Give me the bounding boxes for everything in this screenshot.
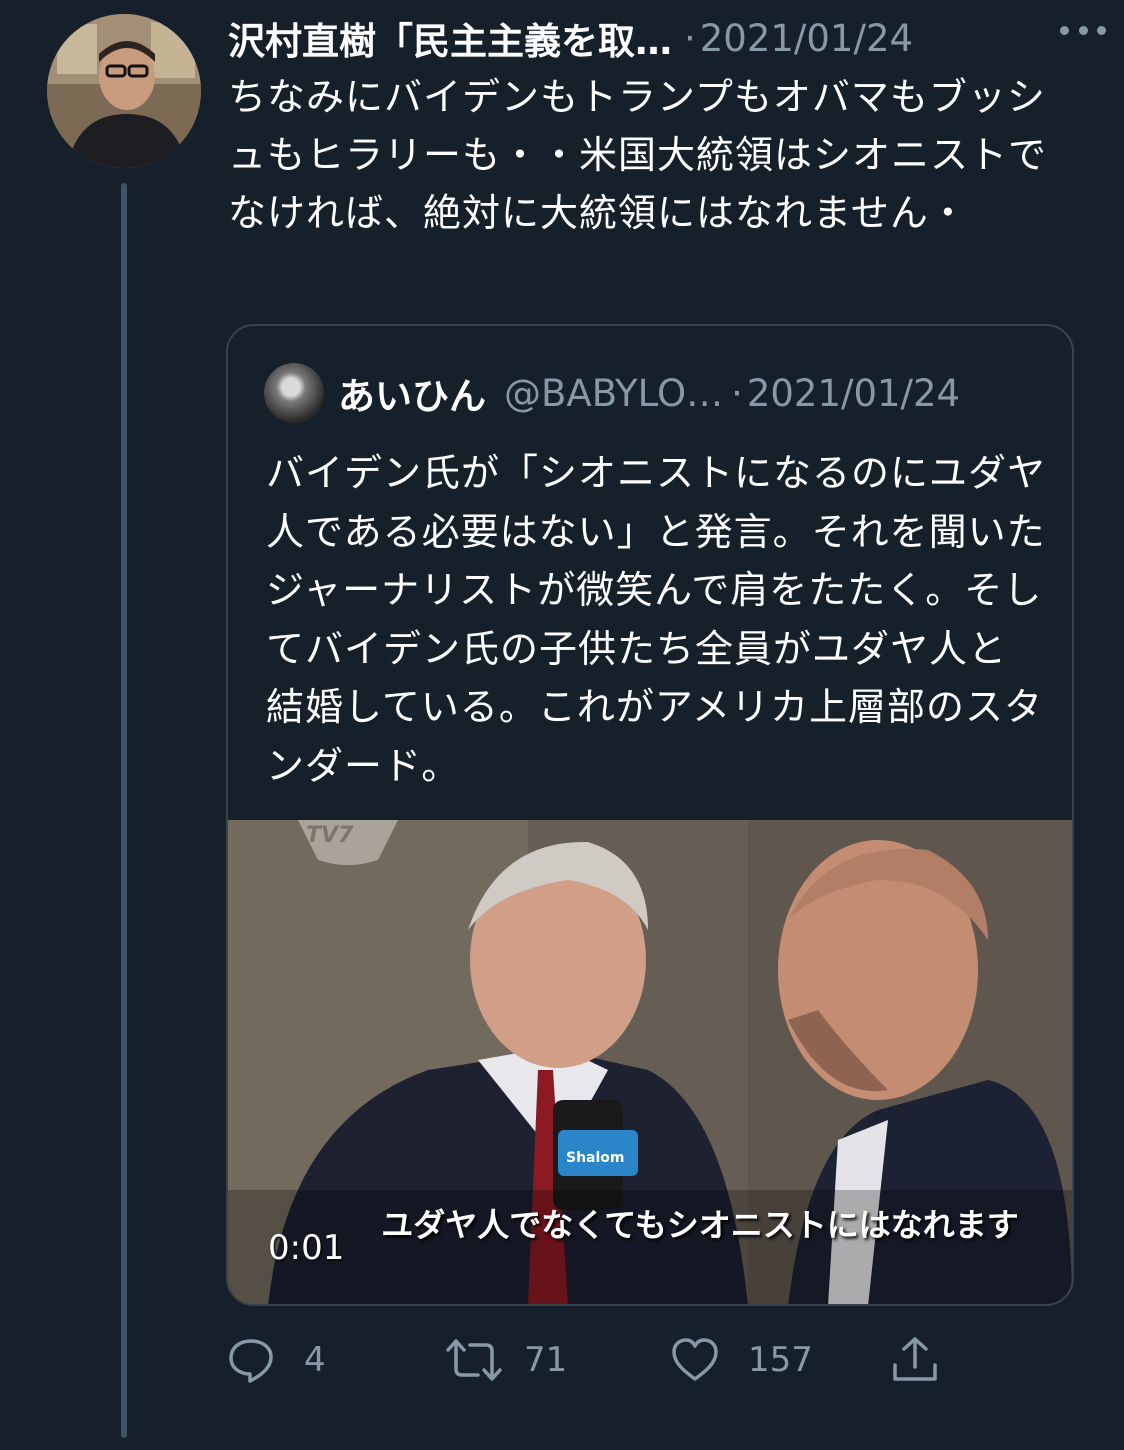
quoted-date-separator: · <box>731 371 743 415</box>
share-icon <box>893 1337 937 1381</box>
quoted-author-name[interactable]: あいひん <box>338 366 486 420</box>
like-button[interactable]: 157 <box>670 1330 813 1390</box>
retweet-button[interactable]: 71 <box>444 1330 567 1390</box>
mic-label: Shalom <box>566 1150 625 1166</box>
reply-icon <box>229 1339 273 1383</box>
heart-icon <box>672 1338 718 1381</box>
tweet-actions: 4 71 157 <box>226 1330 1006 1390</box>
channel-logo-text: TV7 <box>306 823 354 848</box>
quoted-author-handle[interactable]: @BABYLO… <box>504 372 723 415</box>
video-timestamp: 0:01 <box>268 1228 345 1268</box>
tweet-header: 沢村直樹「民主主義を取… · 2021/01/24 <box>228 8 1088 68</box>
video-player[interactable]: TV7 Shalom ユダヤ人でなくてもシオニストにはなれます 0:01 <box>228 820 1072 1304</box>
tweet-date[interactable]: 2021/01/24 <box>700 17 913 60</box>
quoted-tweet[interactable]: あいひん @BABYLO… · 2021/01/24 バイデン氏が「シオニストに… <box>226 324 1074 1306</box>
share-button[interactable] <box>890 1330 940 1390</box>
video-subtitle: ユダヤ人でなくてもシオニストにはなれます <box>381 1206 1019 1244</box>
quoted-tweet-text: バイデン氏が「シオニストになるのにユダヤ人である必要はない」と発言。それを聞いた… <box>266 451 1047 788</box>
thread-line <box>121 183 127 1438</box>
reply-count: 4 <box>304 1340 326 1380</box>
more-horizontal-icon[interactable] <box>1060 10 1106 50</box>
tweet-date-separator: · <box>684 16 696 60</box>
quoted-tweet-date: 2021/01/24 <box>746 371 961 415</box>
tweet-text: ちなみにバイデンもトランプもオバマもブッシュもヒラリーも・・米国大統領はシオニス… <box>228 75 1048 235</box>
author-avatar[interactable] <box>47 14 201 168</box>
quoted-author-avatar[interactable] <box>264 363 324 423</box>
reply-button[interactable]: 4 <box>226 1330 326 1390</box>
retweet-icon <box>446 1339 502 1381</box>
quoted-tweet-header: あいひん @BABYLO… · 2021/01/24 <box>264 362 1044 424</box>
author-name[interactable]: 沢村直樹「民主主義を取… <box>228 11 672 65</box>
retweet-count: 71 <box>524 1340 568 1380</box>
like-count: 157 <box>748 1340 813 1380</box>
